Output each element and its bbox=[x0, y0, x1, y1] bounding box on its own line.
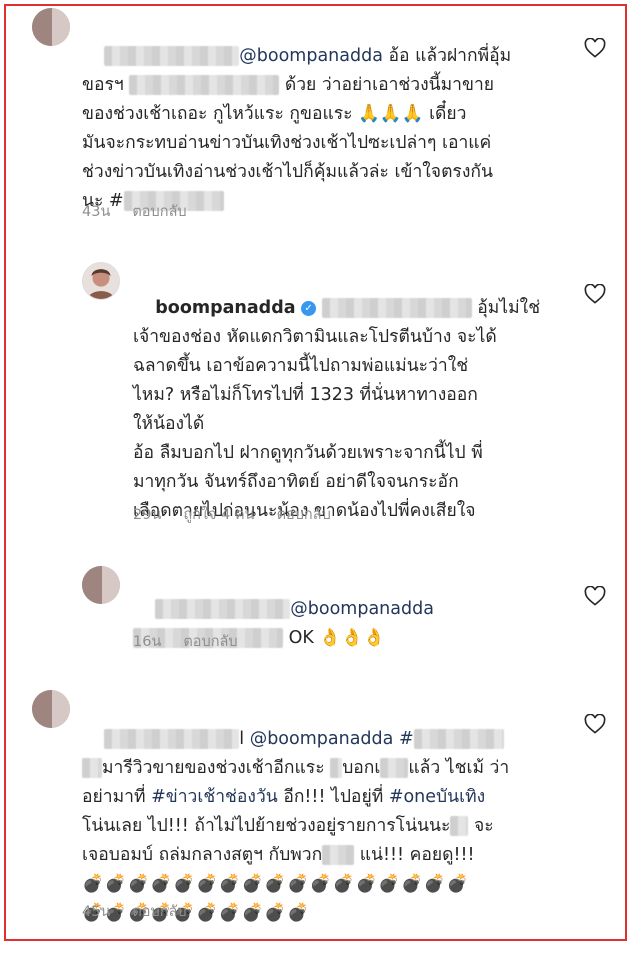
comment-meta: 29น ถูกใจ 4 คน ตอบกลับ bbox=[133, 503, 353, 526]
comment-text: มันจะกระทบอ่านข่าวบันเทิงช่วงเช้าไปซะเปล… bbox=[82, 133, 493, 182]
blurred-text bbox=[129, 75, 280, 95]
comment-text: OK bbox=[288, 628, 314, 648]
heart-outline-icon[interactable] bbox=[584, 283, 606, 304]
comment-meta: 43น ตอบกลับ bbox=[82, 200, 209, 223]
heart-outline-icon[interactable] bbox=[584, 713, 606, 734]
hashtag-link[interactable]: # bbox=[393, 729, 414, 749]
heart-outline-icon[interactable] bbox=[584, 585, 606, 606]
comment-text: อีก!!! ไปอยู่ที่ bbox=[277, 787, 389, 807]
blurred-text bbox=[380, 758, 409, 778]
verified-badge-icon: ✓ bbox=[301, 301, 317, 316]
avatar[interactable] bbox=[32, 690, 70, 728]
comment-meta: 16น ตอบกลับ bbox=[133, 630, 260, 653]
blurred-text bbox=[82, 758, 102, 778]
comment-time: 43น bbox=[82, 204, 111, 220]
reply-button[interactable]: ตอบกลับ bbox=[132, 204, 186, 220]
comment-text: แน่!!! คอยดู!!! bbox=[354, 845, 475, 865]
comment-time: 16น bbox=[133, 634, 162, 650]
comment-text: ของช่วงเช้าเถอะ กูไหว้แระ กูขอแระ bbox=[82, 104, 353, 124]
comment-body: @boompanadda OK 👌👌👌 bbox=[133, 566, 573, 682]
comment-text: แล้ว ไชเม้ ว่า bbox=[408, 758, 510, 778]
mention-link[interactable]: @boompanadda bbox=[250, 729, 394, 749]
avatar[interactable] bbox=[82, 566, 120, 604]
comment-text: โน่นเลย ไป!!! ถ้าไม่ไปย้ายช่วงอยู่รายการ… bbox=[82, 816, 451, 836]
heart-outline-icon[interactable] bbox=[584, 37, 606, 58]
avatar[interactable] bbox=[82, 262, 120, 300]
reply-button[interactable]: ตอบกลับ bbox=[277, 507, 331, 523]
comment-time: 29น bbox=[133, 507, 162, 523]
blurred-username bbox=[155, 599, 291, 619]
comment-text: ขอรฯ bbox=[82, 75, 124, 95]
comment-text: จะ bbox=[468, 816, 494, 836]
blurred-text bbox=[330, 758, 343, 778]
comment-text: l bbox=[239, 729, 250, 749]
hashtag-link[interactable]: #ข่าวเช้าช่องวัน bbox=[151, 787, 278, 807]
username-link[interactable]: boompanadda bbox=[155, 298, 295, 318]
blurred-text bbox=[450, 816, 469, 836]
mention-link[interactable]: @boompanadda bbox=[239, 46, 383, 66]
blurred-username bbox=[321, 298, 472, 318]
comment-text: บอกเ bbox=[342, 758, 381, 778]
comment-text: เดี๋ยว bbox=[423, 104, 467, 124]
comment-text: เจ้าของช่อง หัดแดกวิตามินและโปรตีนบ้าง จ… bbox=[133, 327, 497, 521]
comment-time: 45น bbox=[82, 904, 111, 920]
ok-hand-emoji: 👌👌👌 bbox=[319, 628, 385, 648]
bomb-emoji-row: 💣💣💣💣💣💣💣💣💣💣💣💣💣💣💣💣💣 bbox=[82, 874, 470, 894]
comment-text: มารีวิวขายของช่วงเช้าอีกแระ bbox=[102, 758, 325, 778]
comment-text: อุ้มไม่ใช่ bbox=[471, 298, 541, 318]
avatar[interactable] bbox=[32, 8, 70, 46]
likes-count[interactable]: ถูกใจ 4 คน bbox=[183, 507, 254, 523]
reply-button[interactable]: ตอบกลับ bbox=[132, 904, 186, 920]
comment-text: ด้วย ว่าอย่าเอาช่วงนี้มาขาย bbox=[284, 75, 495, 95]
reply-button[interactable]: ตอบกลับ bbox=[183, 634, 237, 650]
pray-emoji: 🙏🙏🙏 bbox=[358, 104, 424, 124]
mention-link[interactable]: @boompanadda bbox=[290, 599, 434, 619]
blurred-username bbox=[104, 46, 240, 66]
blurred-text bbox=[413, 729, 504, 749]
comment-text: อย่ามาที่ bbox=[82, 787, 152, 807]
hashtag-link[interactable]: #oneบันเทิง bbox=[389, 787, 485, 807]
comment-text: เจอบอมบ์ ถล่มกลางสตูฯ กับพวก bbox=[82, 845, 323, 865]
comment-text: อ้อ แล้วฝากพี่อุ้ม bbox=[382, 46, 512, 66]
blurred-username bbox=[104, 729, 240, 749]
blurred-text bbox=[322, 845, 355, 865]
comment-meta: 45น ตอบกลับ bbox=[82, 900, 209, 923]
